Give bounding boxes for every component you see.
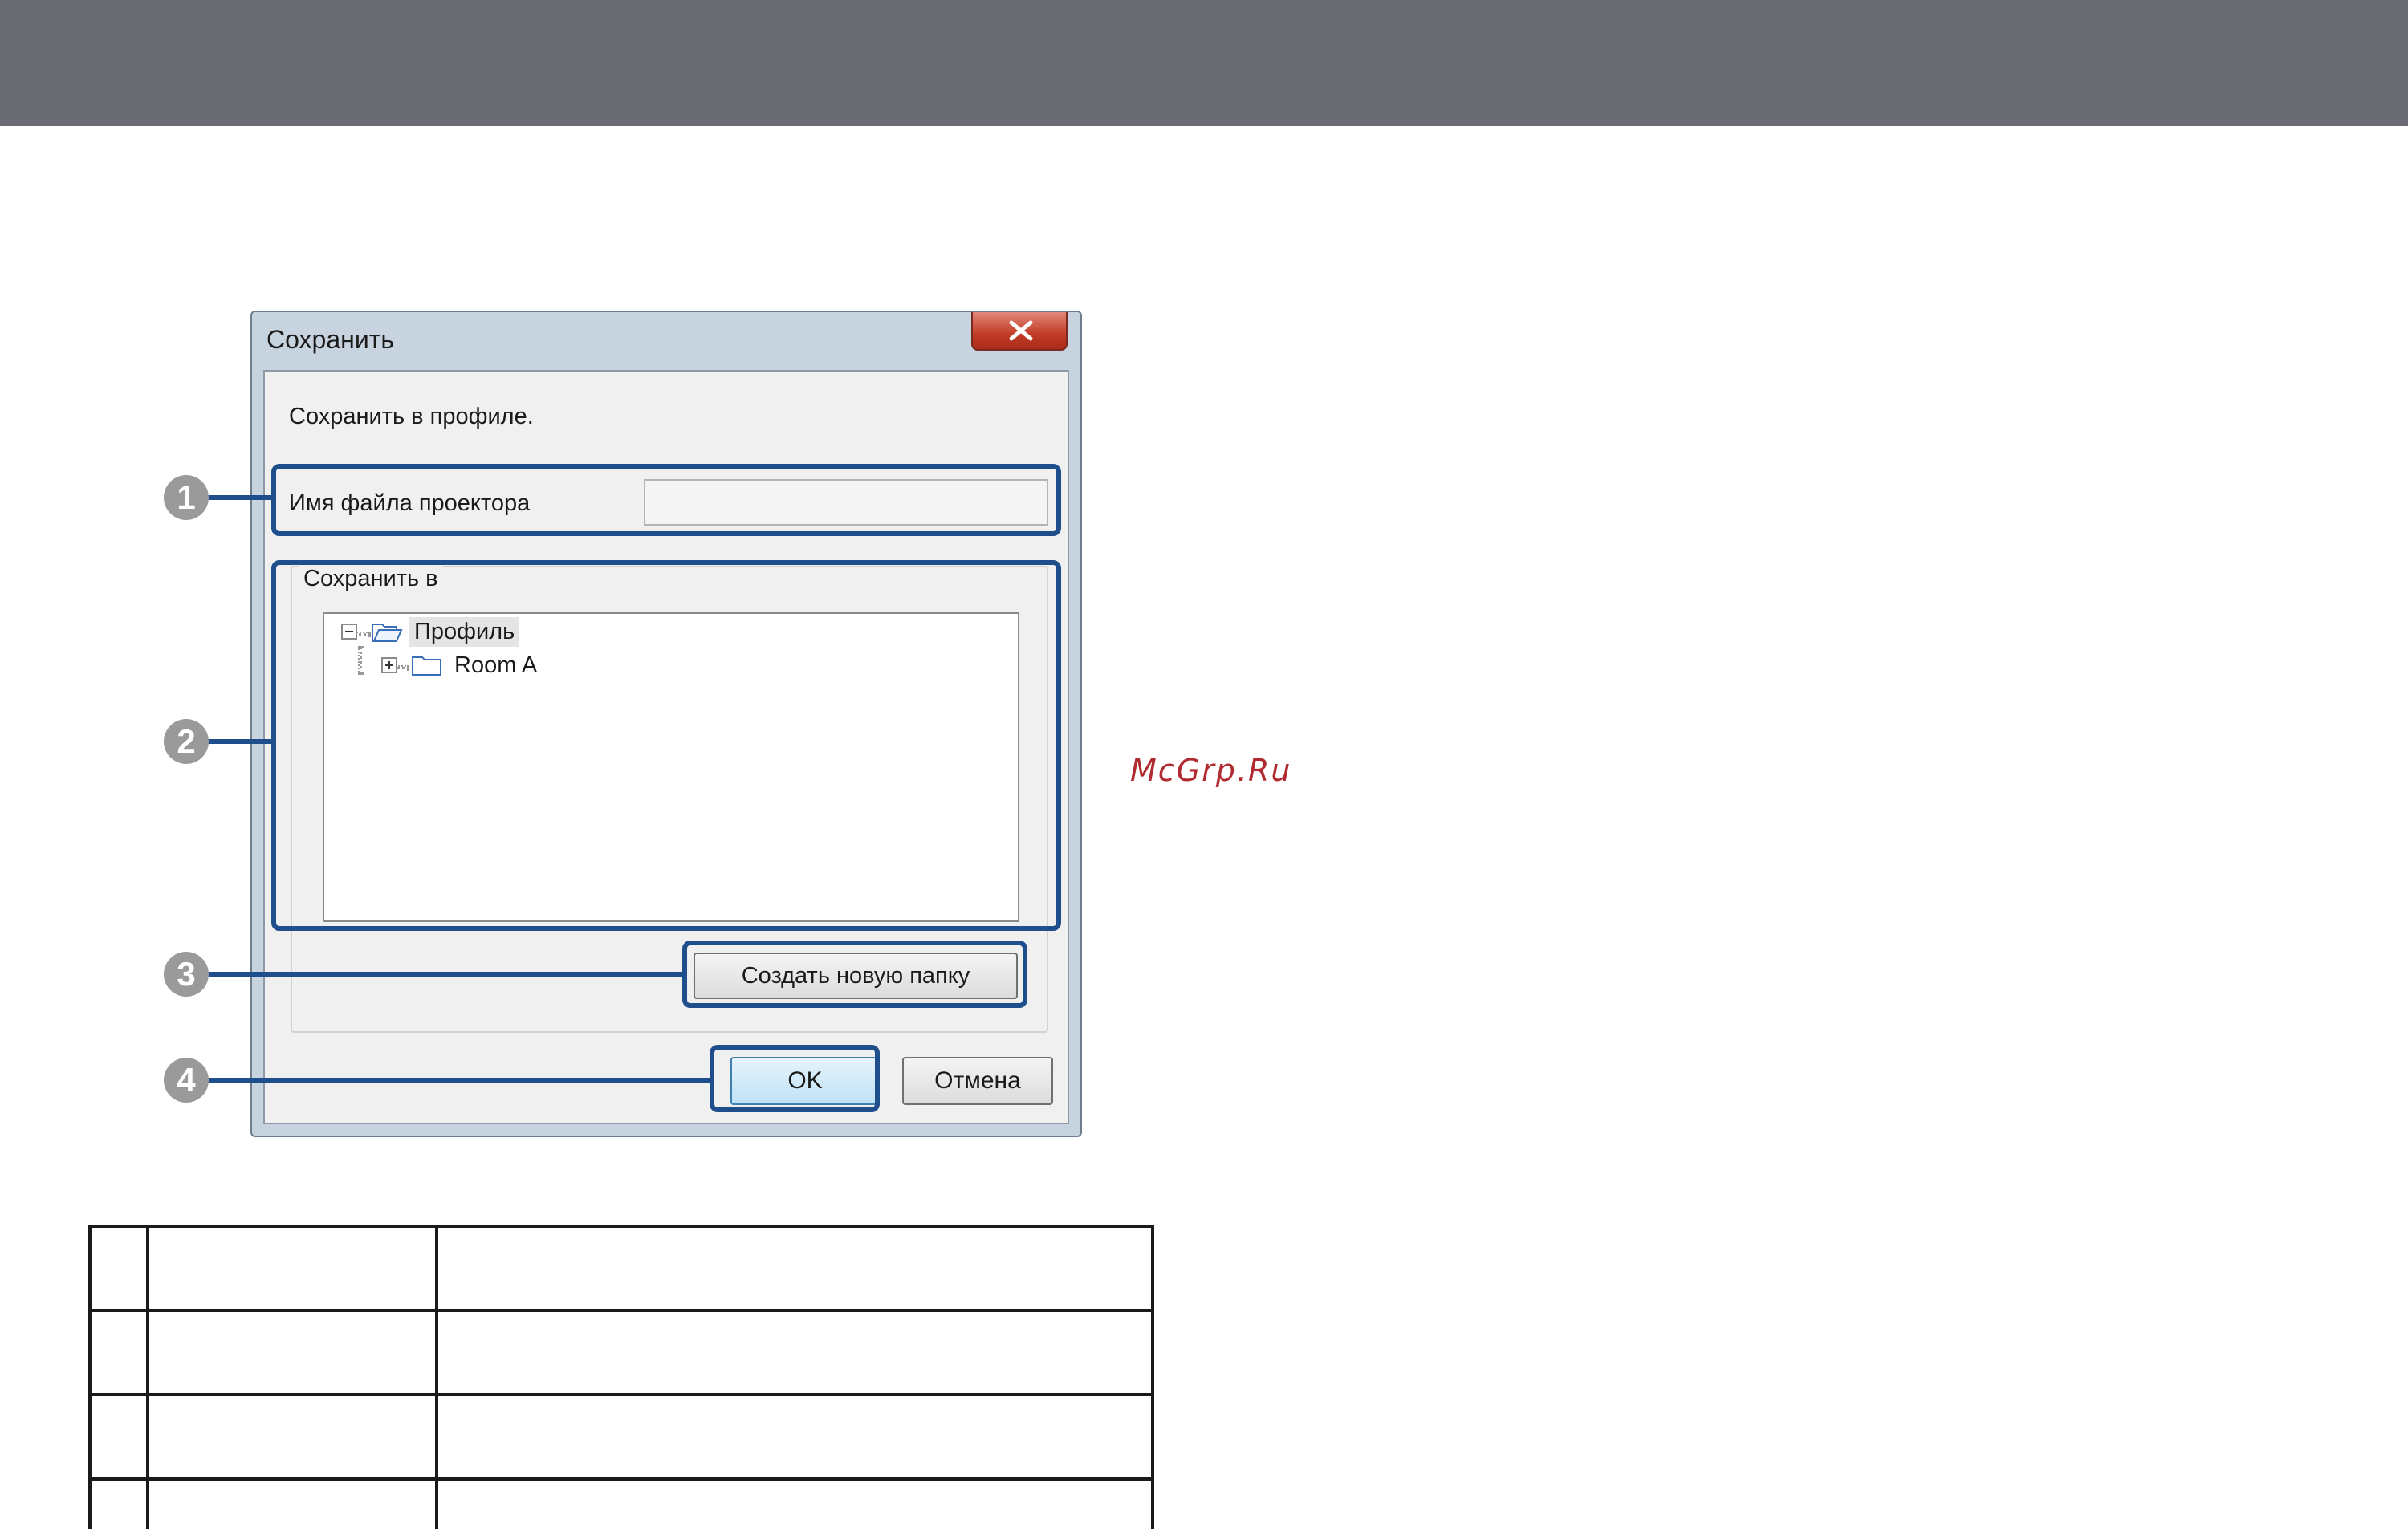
dialog-prompt: Сохранить в профиле.	[289, 404, 534, 429]
table-cell	[435, 1309, 1154, 1396]
table-row	[88, 1309, 1154, 1396]
dialog-title: Сохранить	[266, 325, 395, 354]
table-cell	[88, 1393, 149, 1481]
table-row	[88, 1225, 1154, 1312]
callout-marker-1: 1	[164, 475, 209, 520]
table-cell	[146, 1225, 438, 1312]
header-bar	[0, 0, 2408, 126]
callout-highlight-ok	[710, 1045, 880, 1112]
table-cell	[435, 1477, 1154, 1529]
table-cell	[88, 1309, 149, 1396]
legend-table	[88, 1225, 1154, 1529]
watermark: McGrp.Ru	[1130, 753, 1292, 788]
close-button[interactable]	[971, 312, 1068, 351]
table-cell	[146, 1309, 438, 1396]
callout-leader-3	[207, 972, 685, 977]
table-row	[88, 1477, 1154, 1529]
callout-highlight-save-to	[271, 560, 1061, 931]
callout-highlight-file-name	[271, 464, 1061, 536]
table-cell	[146, 1393, 438, 1481]
table-cell	[435, 1225, 1154, 1312]
table-row	[88, 1393, 1154, 1481]
table-cell	[88, 1477, 149, 1529]
callout-highlight-new-folder	[682, 941, 1027, 1008]
close-icon	[1009, 320, 1033, 341]
callout-marker-4: 4	[164, 1058, 209, 1103]
callout-marker-3: 3	[164, 952, 209, 997]
table-cell	[88, 1225, 149, 1312]
callout-leader-1	[207, 495, 275, 500]
cancel-button[interactable]: Отмена	[902, 1057, 1053, 1105]
callout-marker-2: 2	[164, 719, 209, 764]
table-cell	[146, 1477, 438, 1529]
callout-leader-4	[207, 1078, 713, 1083]
callout-leader-2	[207, 739, 275, 744]
table-cell	[435, 1393, 1154, 1481]
